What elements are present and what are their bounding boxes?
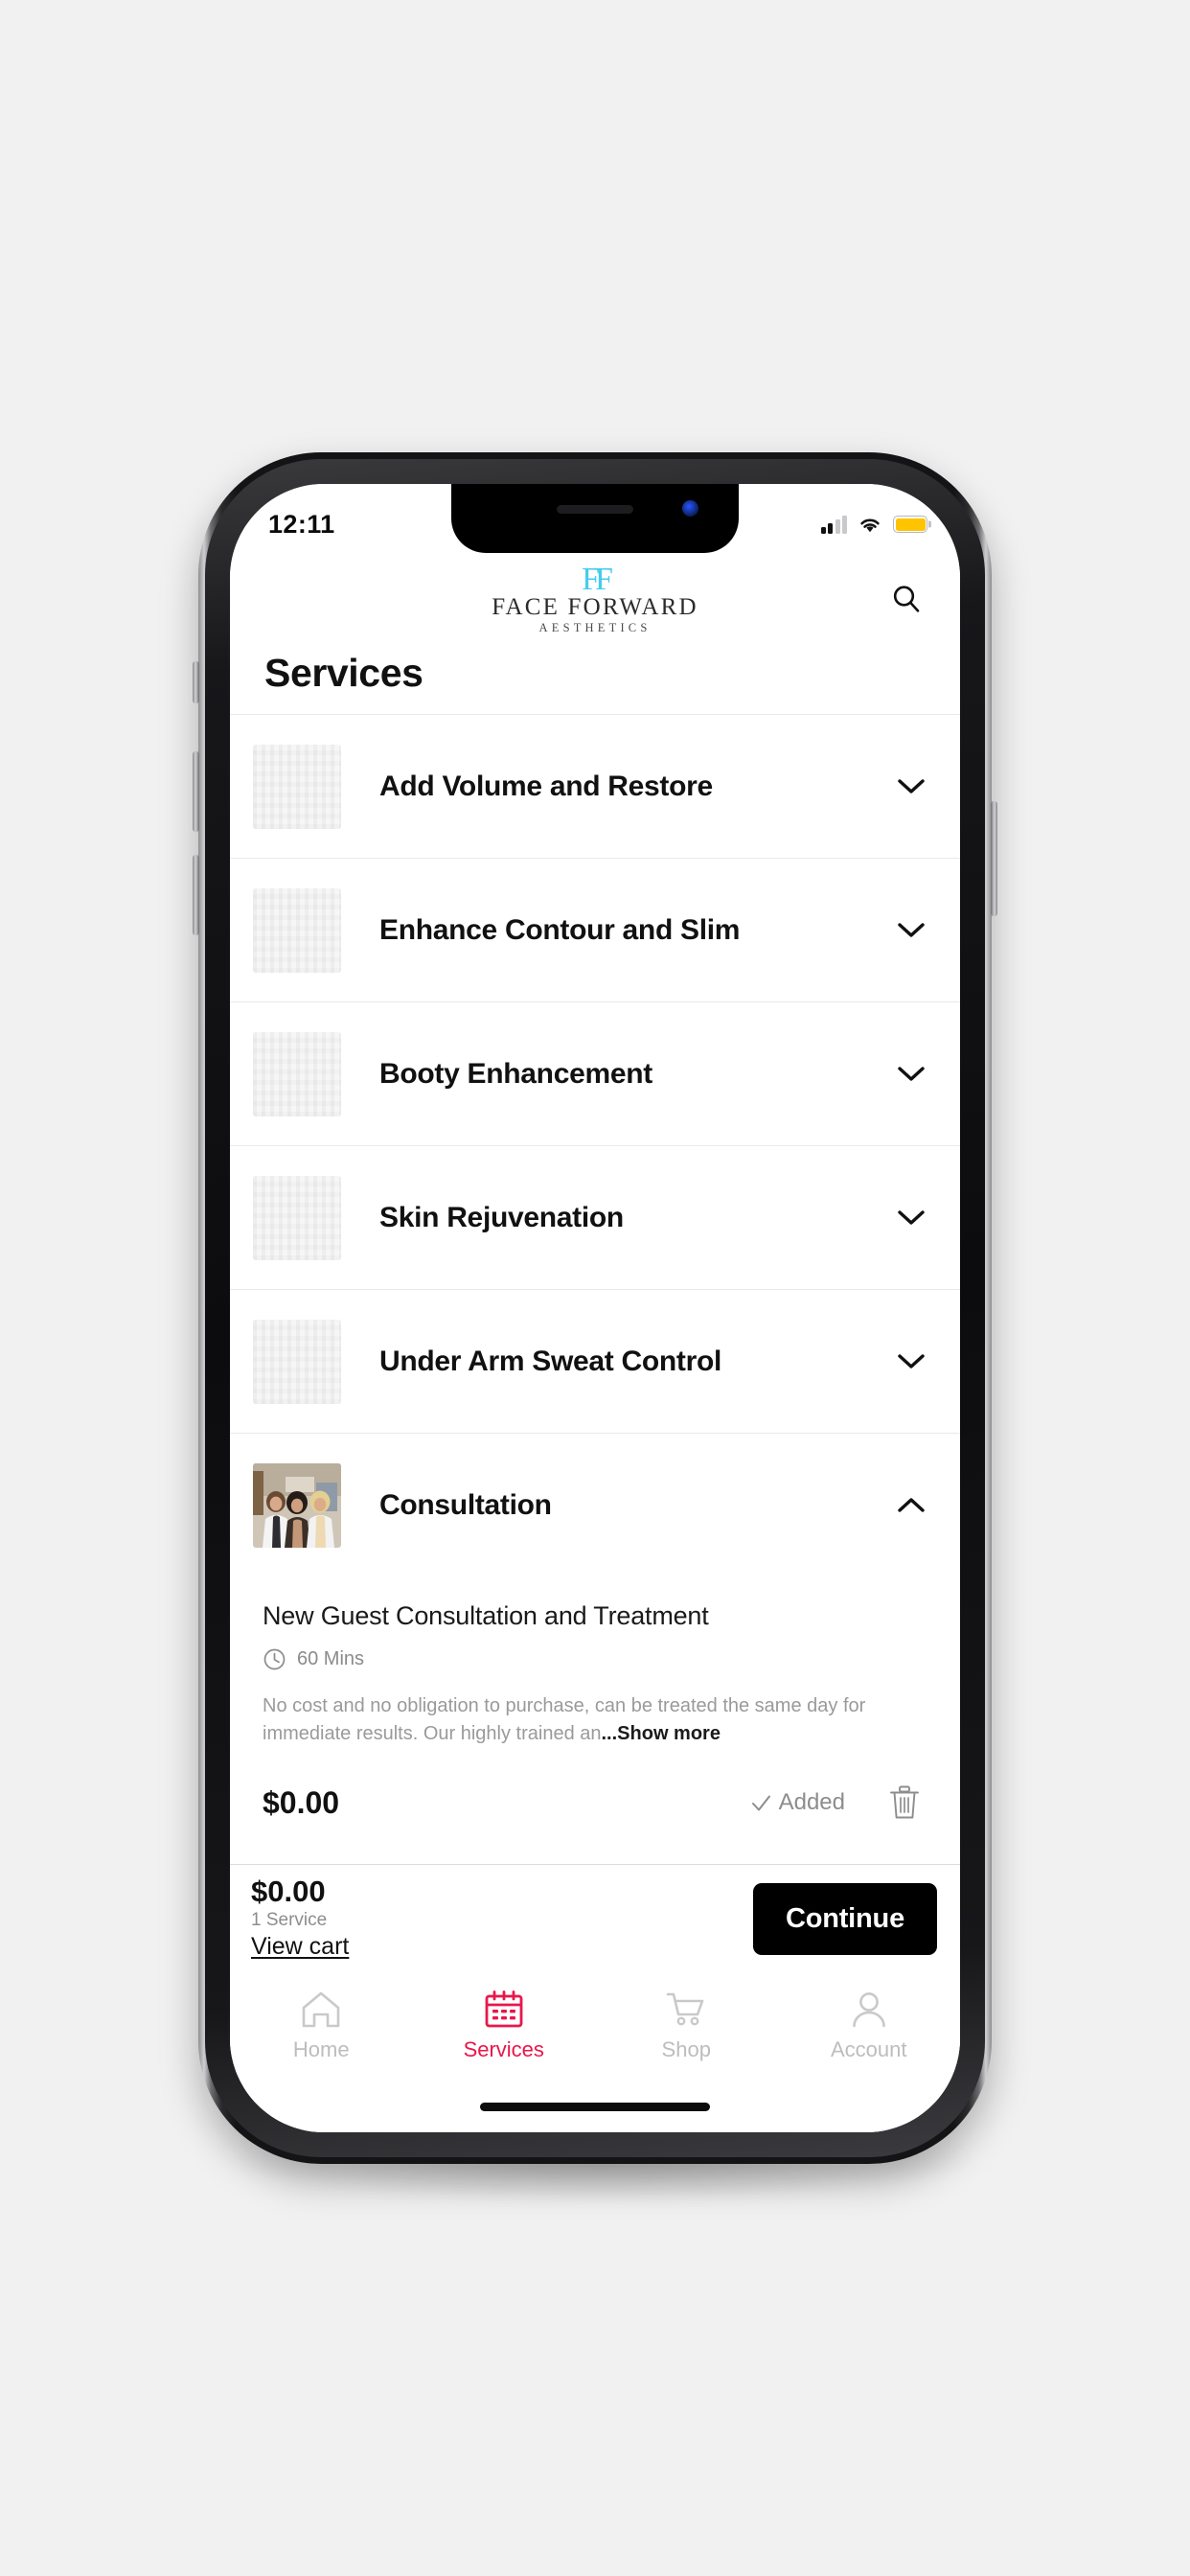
brand-name-line2: AESTHETICS [538,621,652,635]
tab-services[interactable]: Services [413,1990,596,2062]
clock-icon [263,1648,286,1670]
chevron-up-icon[interactable] [891,1497,931,1514]
cart-item-count: 1 Service [251,1910,328,1931]
page-title-text: Services [264,651,423,695]
chevron-down-icon[interactable] [891,778,931,795]
home-indicator[interactable] [480,2103,710,2111]
search-icon [893,586,920,612]
service-thumbnail [253,1175,341,1260]
service-row-expanded[interactable]: Consultation [230,1434,960,1576]
tab-label: Shop [661,2037,711,2061]
service-name: Skin Rejuvenation [379,1201,624,1233]
service-name: Add Volume and Restore [379,770,713,802]
service-name: Consultation [379,1488,552,1521]
brand-name-line1: FACE FORWARD [492,594,698,621]
service-row[interactable]: Add Volume and Restore [230,715,960,858]
search-button[interactable] [881,574,931,624]
service-row[interactable]: Enhance Contour and Slim [230,859,960,1001]
detail-price-row: $0.00 Added [263,1771,926,1840]
person-icon [852,1992,885,2028]
service-thumbnail-photo [253,1462,341,1548]
screenshot-canvas: 12:11 FF FACE FORWARD AESTHETICS Service… [0,0,1190,2576]
brand-logo: FF FACE FORWARD AESTHETICS [492,564,698,634]
status-time: 12:11 [268,509,335,539]
cart-summary-bar: $0.00 1 Service View cart Continue [230,1864,960,1972]
service-row[interactable]: Under Arm Sweat Control [230,1290,960,1433]
description-text: No cost and no obligation to purchase, c… [263,1695,866,1744]
cart-summary-info: $0.00 1 Service View cart [251,1874,349,1962]
remove-service-button[interactable] [883,1784,926,1821]
detail-description: No cost and no obligation to purchase, c… [263,1692,926,1748]
view-cart-link[interactable]: View cart [251,1933,349,1961]
chevron-down-icon[interactable] [891,1066,931,1083]
earpiece-speaker [557,505,633,514]
service-row[interactable]: Booty Enhancement [230,1002,960,1145]
tab-label: Services [463,2037,544,2061]
cart-total: $0.00 [251,1874,326,1908]
device-notch [451,484,739,553]
chevron-down-icon[interactable] [891,1209,931,1227]
service-name: Booty Enhancement [379,1057,652,1090]
front-camera [682,500,698,517]
tab-label: Home [292,2037,350,2061]
service-thumbnail [253,1319,341,1404]
mute-switch[interactable] [193,661,199,703]
phone-screen: 12:11 FF FACE FORWARD AESTHETICS Service… [230,484,960,2132]
battery-fill [895,518,926,531]
cart-icon [666,1992,704,2026]
duration-text: 60 Mins [297,1648,365,1669]
staff-photo-icon [253,1462,341,1548]
chevron-down-icon[interactable] [891,1353,931,1370]
tab-shop[interactable]: Shop [595,1990,778,2062]
service-name: Enhance Contour and Slim [379,913,741,946]
detail-duration: 60 Mins [263,1647,926,1671]
tab-home[interactable]: Home [230,1990,413,2062]
page-title: Services [230,645,960,714]
added-status-badge[interactable]: Added [750,1789,845,1816]
brand-monogram-icon: FF [582,562,613,598]
service-thumbnail [253,887,341,973]
service-thumbnail [253,744,341,829]
battery-icon [893,516,927,533]
trash-icon [890,1785,919,1819]
continue-button[interactable]: Continue [752,1882,937,1955]
cellular-signal-icon [820,515,847,534]
bottom-tab-bar: Home Services Shop Account [230,1972,960,2132]
service-price: $0.00 [263,1784,340,1820]
chevron-down-icon[interactable] [891,922,931,939]
detail-title: New Guest Consultation and Treatment [263,1601,709,1630]
show-more-link[interactable]: ...Show more [602,1723,721,1744]
home-icon [302,1991,340,2028]
wifi-icon [860,518,880,532]
volume-down-button[interactable] [193,855,199,935]
service-detail-panel: New Guest Consultation and Treatment 60 … [230,1576,960,1840]
added-label: Added [778,1789,845,1815]
status-indicators [820,515,927,534]
service-name: Under Arm Sweat Control [379,1345,722,1377]
tab-account[interactable]: Account [778,1990,961,2062]
tab-label: Account [831,2037,907,2061]
service-row[interactable]: Skin Rejuvenation [230,1146,960,1289]
app-header: FF FACE FORWARD AESTHETICS [230,553,960,645]
service-thumbnail [253,1031,341,1116]
calendar-icon [485,1990,523,2028]
volume-up-button[interactable] [193,751,199,832]
power-button[interactable] [991,801,997,916]
check-icon [751,1795,770,1810]
